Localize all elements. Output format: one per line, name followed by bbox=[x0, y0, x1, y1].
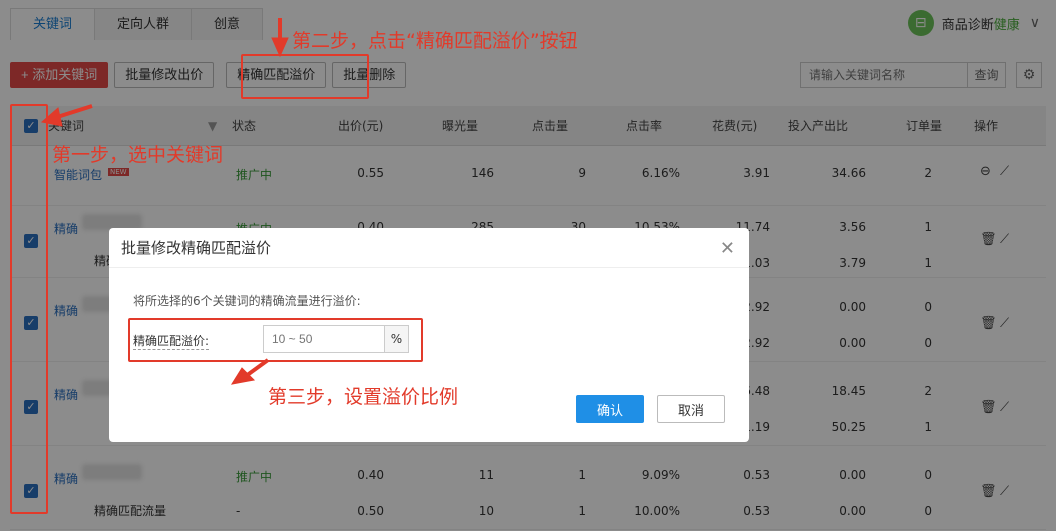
step2-annotation: 第二步，点击“精确匹配溢价”按钮 bbox=[292, 30, 578, 52]
step3-annotation: 第三步，设置溢价比例 bbox=[268, 386, 459, 408]
step1-arrow-head bbox=[40, 107, 63, 127]
step1-annotation: 第一步，选中关键词 bbox=[52, 144, 224, 166]
step2-arrow-head bbox=[271, 37, 289, 58]
step3-arrow-line bbox=[244, 358, 270, 378]
annotation-arrows bbox=[40, 18, 289, 385]
